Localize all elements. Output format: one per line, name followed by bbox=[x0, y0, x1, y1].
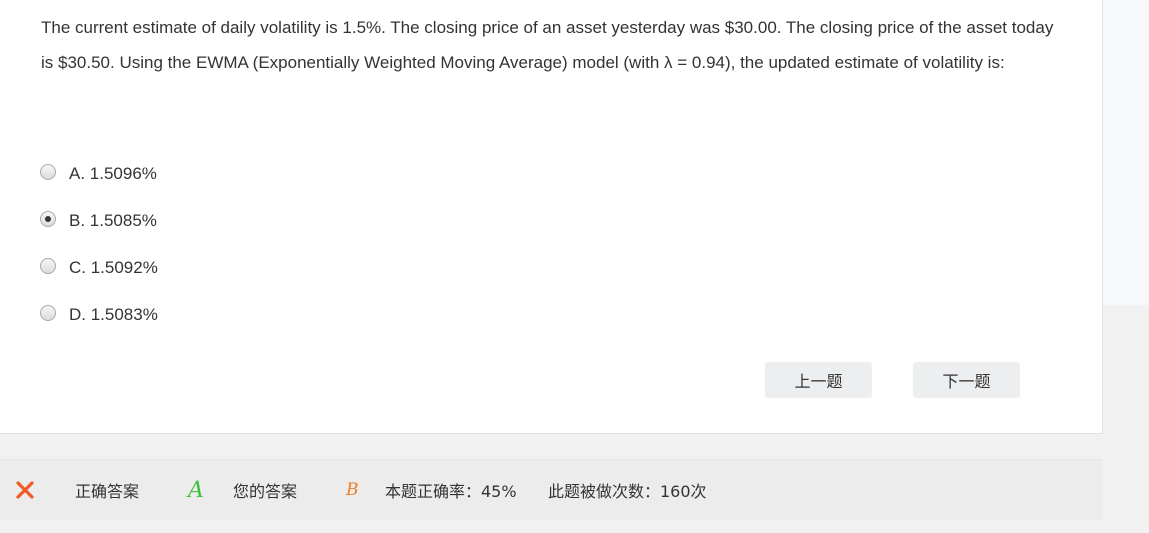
options-list: A. 1.5096% B. 1.5085% C. 1.5092% D. 1.50… bbox=[40, 150, 158, 338]
option-label: D. 1.5083% bbox=[69, 304, 158, 324]
your-answer-value: B bbox=[346, 480, 359, 500]
next-question-button[interactable]: 下一题 bbox=[913, 362, 1020, 398]
result-bar: 正确答案 A 您的答案 B 本题正确率：45% 此题被做次数：160次 bbox=[0, 459, 1103, 520]
attempt-count: 此题被做次数：160次 bbox=[548, 482, 707, 501]
side-panel bbox=[1103, 0, 1149, 305]
option-d[interactable]: D. 1.5083% bbox=[40, 291, 158, 338]
close-icon bbox=[15, 460, 35, 520]
radio-button[interactable] bbox=[40, 304, 56, 321]
option-label: A. 1.5096% bbox=[69, 163, 157, 183]
radio-button[interactable] bbox=[40, 210, 56, 227]
question-text: The current estimate of daily volatility… bbox=[41, 18, 1054, 72]
option-label: B. 1.5085% bbox=[69, 210, 157, 230]
previous-question-button[interactable]: 上一题 bbox=[765, 362, 872, 398]
option-label: C. 1.5092% bbox=[69, 257, 158, 277]
option-c[interactable]: C. 1.5092% bbox=[40, 244, 158, 291]
correct-answer-value: A bbox=[188, 477, 204, 503]
question-card: The current estimate of daily volatility… bbox=[0, 0, 1103, 434]
option-b[interactable]: B. 1.5085% bbox=[40, 197, 158, 244]
your-answer-label: 您的答案 bbox=[233, 482, 298, 501]
radio-button[interactable] bbox=[40, 257, 56, 274]
accuracy-rate: 本题正确率：45% bbox=[385, 482, 517, 501]
correct-answer-label: 正确答案 bbox=[75, 482, 140, 501]
option-a[interactable]: A. 1.5096% bbox=[40, 150, 158, 197]
radio-button[interactable] bbox=[40, 163, 56, 180]
